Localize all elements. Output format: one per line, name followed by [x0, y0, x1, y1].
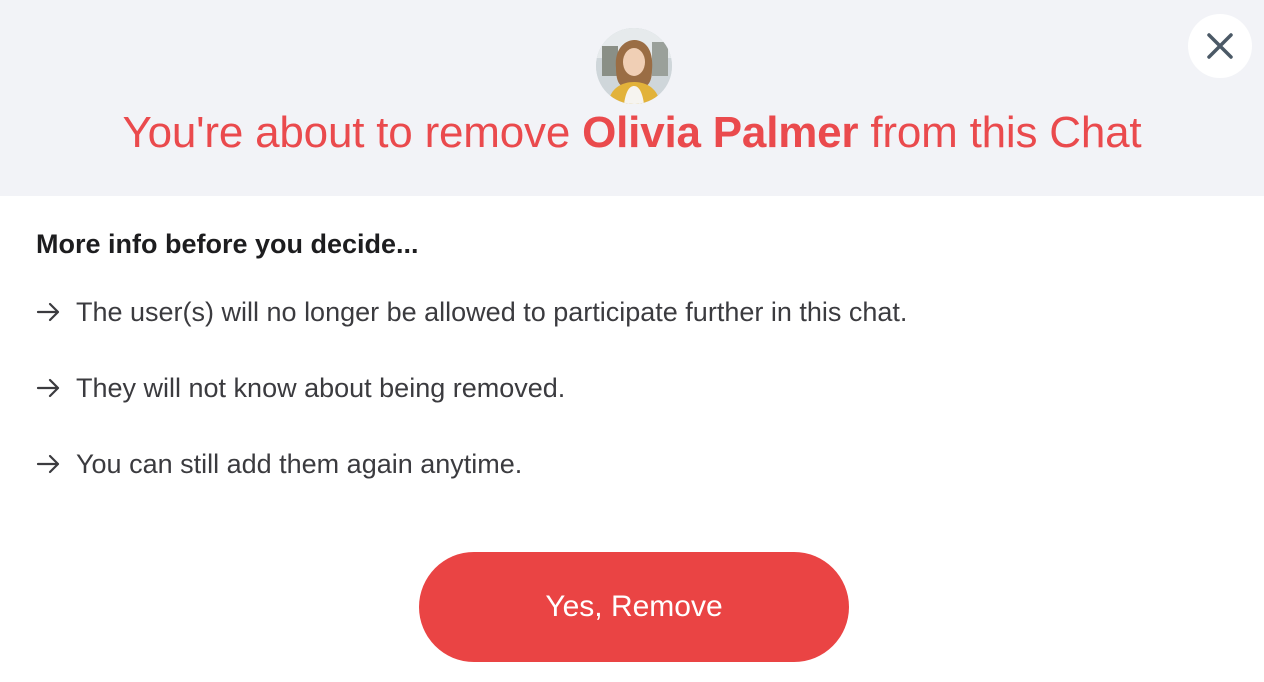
- info-item-text: They will not know about being removed.: [76, 372, 566, 403]
- arrow-right-icon: [36, 378, 60, 398]
- dialog-header: You're about to remove Olivia Palmer fro…: [0, 0, 1264, 196]
- info-heading: More info before you decide...: [36, 229, 419, 259]
- close-icon: [1207, 33, 1233, 59]
- info-item-text: The user(s) will no longer be allowed to…: [76, 296, 908, 327]
- title-prefix: You're about to remove: [122, 108, 583, 157]
- user-avatar: [596, 28, 672, 104]
- close-button[interactable]: [1188, 14, 1252, 78]
- info-item: The user(s) will no longer be allowed to…: [36, 292, 907, 332]
- arrow-right-icon: [36, 302, 60, 322]
- user-name: Olivia Palmer: [582, 108, 859, 157]
- remove-user-dialog: You're about to remove Olivia Palmer fro…: [0, 0, 1264, 682]
- info-list: The user(s) will no longer be allowed to…: [36, 292, 907, 520]
- arrow-right-icon: [36, 454, 60, 474]
- title-suffix: from this Chat: [858, 108, 1142, 157]
- yes-remove-button[interactable]: Yes, Remove: [419, 552, 849, 662]
- info-item: You can still add them again anytime.: [36, 444, 907, 484]
- info-item-text: You can still add them again anytime.: [76, 448, 523, 479]
- info-item: They will not know about being removed.: [36, 368, 907, 408]
- dialog-title: You're about to remove Olivia Palmer fro…: [0, 104, 1264, 162]
